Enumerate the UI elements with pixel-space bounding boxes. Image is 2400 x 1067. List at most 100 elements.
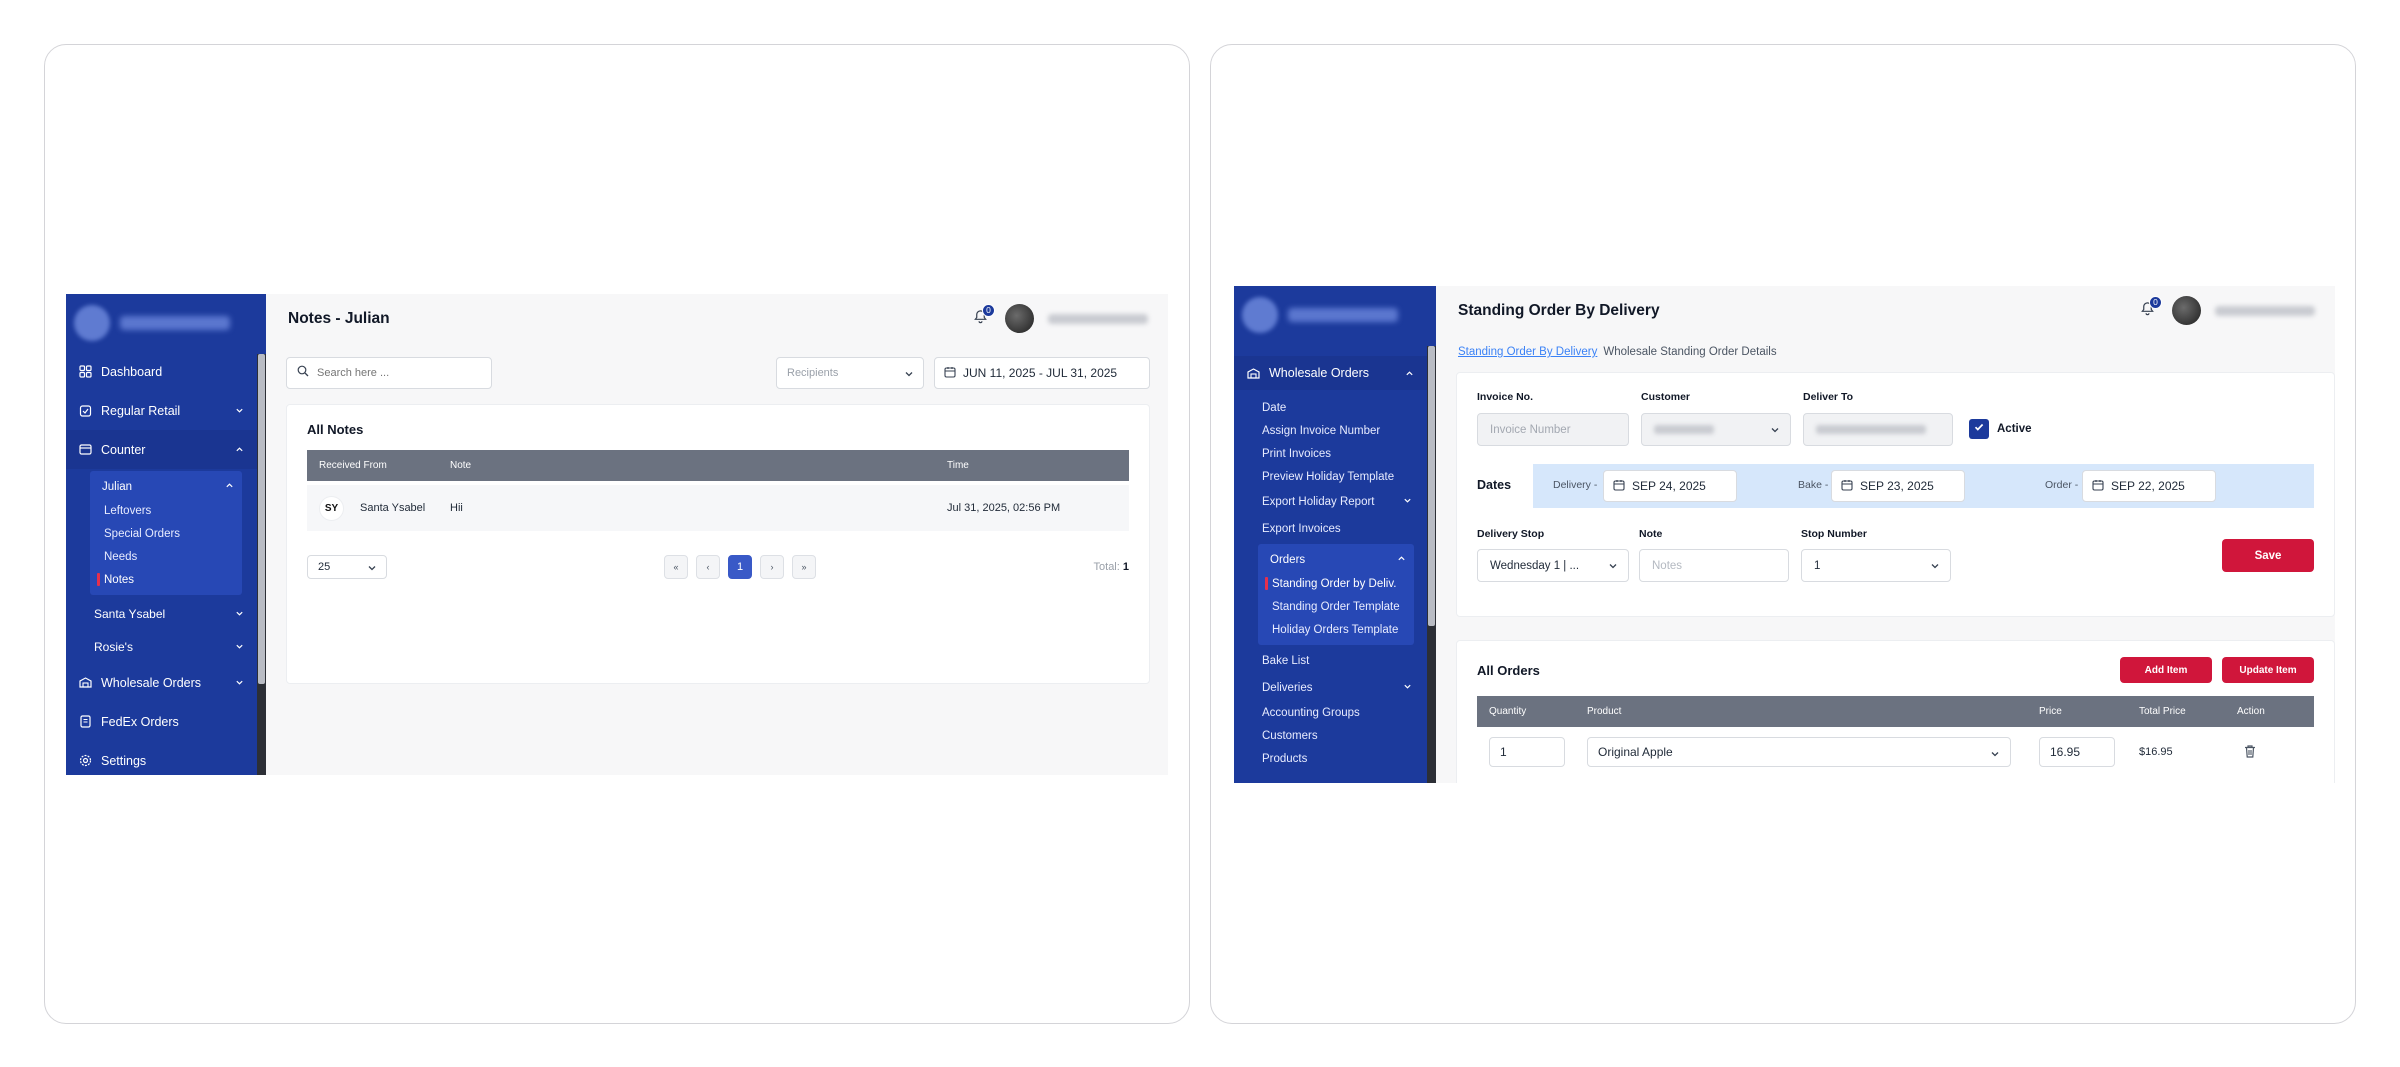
avatar[interactable] [2172, 296, 2201, 325]
sidebar-item-bake-list[interactable]: Bake List [1234, 647, 1436, 674]
price-value: 16.95 [2050, 745, 2081, 759]
sidebar-item-customers[interactable]: Customers [1234, 724, 1436, 747]
column-note: Note [450, 460, 472, 471]
wholesale-icon [78, 675, 93, 690]
main-content: Standing Order By Delivery 0 Standing Or… [1436, 286, 2335, 783]
sidebar-item-export-invoices[interactable]: Export Invoices [1234, 515, 1436, 542]
sidebar-item-standing-order-template[interactable]: Standing Order Template [1258, 595, 1414, 618]
order-date-picker[interactable]: SEP 22, 2025 [2082, 470, 2216, 502]
trash-icon[interactable] [2243, 744, 2257, 762]
sidebar-item-label: Wholesale Orders [101, 675, 202, 690]
sidebar-item-export-holiday-report[interactable]: Export Holiday Report [1234, 488, 1436, 515]
active-label: Active [1997, 423, 2032, 435]
sidebar-item-orders[interactable]: Orders [1258, 548, 1414, 572]
sidebar-item-fedex-orders[interactable]: FedEx Orders [66, 702, 266, 741]
delivery-stop-select[interactable]: Wednesday 1 | ... [1477, 549, 1629, 582]
stop-number-select[interactable]: 1 [1801, 549, 1951, 582]
page-size-select[interactable]: 25 [307, 555, 387, 579]
leftovers-label: Leftovers [104, 504, 152, 517]
breadcrumb-link[interactable]: Standing Order By Delivery [1458, 346, 1597, 358]
sidebar-item-counter[interactable]: Counter [66, 430, 266, 469]
delivery-date-picker[interactable]: SEP 24, 2025 [1603, 470, 1737, 502]
preview-holiday-label: Preview Holiday Template [1262, 470, 1395, 483]
prev-page-button[interactable]: ‹ [696, 555, 720, 579]
sidebar-item-date[interactable]: Date [1234, 396, 1436, 419]
price-input[interactable]: 16.95 [2039, 737, 2115, 767]
sidebar-item-needs[interactable]: Needs [90, 545, 242, 568]
bake-date-picker[interactable]: SEP 23, 2025 [1831, 470, 1965, 502]
table-row[interactable]: SY Santa Ysabel Hii Jul 31, 2025, 02:56 … [307, 485, 1129, 531]
sidebar-item-wholesale-orders[interactable]: Wholesale Orders [66, 663, 266, 702]
last-page-button[interactable]: » [792, 555, 816, 579]
scrollbar-thumb[interactable] [258, 354, 265, 684]
column-product: Product [1587, 706, 1622, 717]
orders-table-header: Quantity Product Price Total Price Actio… [1477, 696, 2314, 727]
standing-template-label: Standing Order Template [1272, 600, 1400, 613]
sidebar-item-print-invoices[interactable]: Print Invoices [1234, 442, 1436, 465]
sidebar-item-deliveries[interactable]: Deliveries [1234, 674, 1436, 701]
sidebar-item-settings[interactable]: Settings [66, 741, 266, 775]
column-action: Action [2237, 706, 2265, 717]
bake-list-label: Bake List [1262, 654, 1310, 667]
sidebar-item-notes[interactable]: Notes [90, 568, 242, 591]
invoice-field[interactable]: Invoice Number [1477, 413, 1629, 446]
date-range-text: JUN 11, 2025 - JUL 31, 2025 [963, 366, 1118, 380]
note-label: Note [1639, 528, 1663, 540]
first-page-button[interactable]: « [664, 555, 688, 579]
avatar[interactable] [1005, 304, 1034, 333]
note-input[interactable]: Notes [1639, 549, 1789, 582]
invoice-label: Invoice No. [1477, 391, 1534, 403]
sidebar-item-preview-holiday-template[interactable]: Preview Holiday Template [1234, 465, 1436, 488]
add-item-button[interactable]: Add Item [2120, 657, 2212, 683]
sidebar-item-accounting-groups[interactable]: Accounting Groups [1234, 701, 1436, 724]
notification-button[interactable]: 0 [969, 303, 995, 330]
dates-label: Dates [1477, 478, 1512, 492]
search-input[interactable] [317, 367, 477, 379]
sidebar-item-leftovers[interactable]: Leftovers [90, 499, 242, 522]
active-checkbox[interactable] [1969, 419, 1989, 439]
page-1-button[interactable]: 1 [728, 555, 752, 579]
search-box[interactable] [286, 357, 492, 389]
product-select[interactable]: Original Apple [1587, 737, 2011, 767]
special-orders-label: Special Orders [104, 527, 181, 540]
sidebar-item-regular-retail[interactable]: Regular Retail [66, 391, 266, 430]
total-label: Total: [1093, 561, 1120, 573]
calendar-icon [1613, 479, 1625, 494]
date-range-picker[interactable]: JUN 11, 2025 - JUL 31, 2025 [934, 357, 1150, 389]
sidebar-scrollbar[interactable] [1427, 346, 1436, 783]
sidebar-item-santa-ysabel[interactable]: Santa Ysabel [66, 597, 266, 630]
sidebar-item-rosies[interactable]: Rosie's [66, 630, 266, 663]
orders-panel-menu: Orders Standing Order by Deliv. Standing… [1258, 544, 1414, 645]
brand-logo [1234, 286, 1436, 344]
customer-select[interactable] [1641, 413, 1791, 446]
invoice-placeholder: Invoice Number [1490, 423, 1571, 436]
save-button[interactable]: Save [2222, 539, 2314, 572]
sidebar-item-products[interactable]: Products [1234, 747, 1436, 770]
sidebar-item-holiday-orders-template[interactable]: Holiday Orders Template [1258, 618, 1414, 641]
sidebar-item-julian[interactable]: Julian [90, 475, 242, 499]
notes-title: All Notes [307, 422, 364, 437]
scrollbar-thumb[interactable] [1428, 346, 1435, 626]
order-date-label: Order - [2045, 479, 2079, 491]
quantity-value: 1 [1500, 745, 1507, 759]
sidebar-item-wholesale-orders[interactable]: Wholesale Orders [1234, 356, 1436, 390]
deliver-to-field[interactable] [1803, 413, 1953, 446]
total-count: Total: 1 [1094, 561, 1129, 573]
update-item-button[interactable]: Update Item [2222, 657, 2314, 683]
logo-badge [74, 305, 110, 341]
quantity-input[interactable]: 1 [1489, 737, 1565, 767]
sidebar-item-dashboard[interactable]: Dashboard [66, 352, 266, 391]
notification-button[interactable]: 0 [2136, 295, 2162, 322]
recipients-select[interactable]: Recipients [776, 357, 924, 389]
export-invoices-label: Export Invoices [1262, 522, 1341, 535]
sidebar-item-special-orders[interactable]: Special Orders [90, 522, 242, 545]
bake-date-label: Bake - [1798, 479, 1829, 491]
next-page-button[interactable]: › [760, 555, 784, 579]
sidebar-scrollbar[interactable] [257, 354, 266, 775]
chevron-down-icon [235, 676, 244, 690]
sidebar-item-label: Settings [101, 753, 147, 768]
sidebar-item-standing-order-by-deliv[interactable]: Standing Order by Deliv. [1258, 572, 1414, 595]
main-content: Notes - Julian 0 Recipients [266, 294, 1168, 775]
sidebar-item-assign-invoice-number[interactable]: Assign Invoice Number [1234, 419, 1436, 442]
chevron-down-icon [1930, 561, 1940, 574]
